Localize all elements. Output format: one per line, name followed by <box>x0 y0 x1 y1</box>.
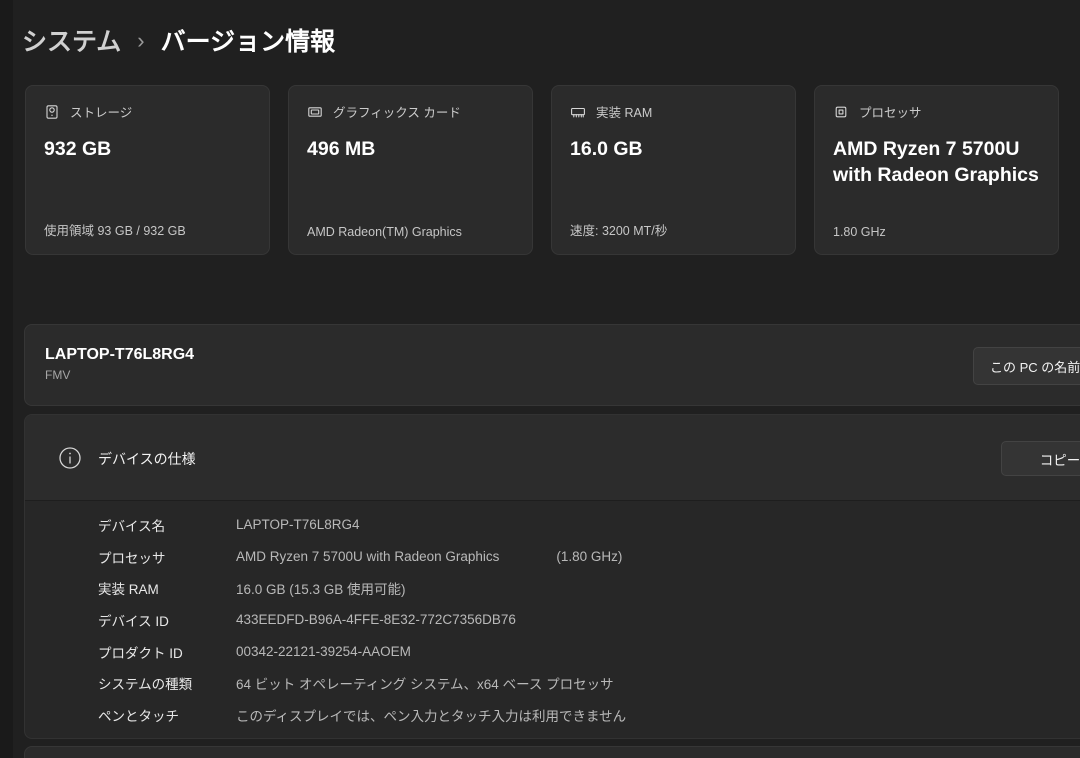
spec-value: AMD Ryzen 7 5700U with Radeon Graphics <box>236 549 499 564</box>
storage-card-caption: 使用領域 93 GB / 932 GB <box>44 220 186 239</box>
ram-card-label: 実装 RAM <box>596 102 652 121</box>
spec-label: プロダクト ID <box>98 642 236 662</box>
spec-value: このディスプレイでは、ペン入力とタッチ入力は利用できません <box>236 705 626 725</box>
spec-row-processor: プロセッサ AMD Ryzen 7 5700U with Radeon Grap… <box>25 541 1080 573</box>
storage-card-label: ストレージ <box>70 102 132 121</box>
ram-card-caption: 速度: 3200 MT/秒 <box>570 220 667 239</box>
breadcrumb: システム › バージョン情報 <box>22 22 335 58</box>
spec-row-device-id: デバイス ID 433EEDFD-B96A-4FFE-8E32-772C7356… <box>25 604 1080 636</box>
spec-label: プロセッサ <box>98 547 236 567</box>
device-specs-card: デバイスの仕様 コピー デバイス名 LAPTOP-T76L8RG4 プロセッサ … <box>24 414 1080 739</box>
spec-label: デバイス名 <box>98 515 236 535</box>
spec-value: 16.0 GB (15.3 GB 使用可能) <box>236 578 406 598</box>
device-name: LAPTOP-T76L8RG4 <box>45 345 1080 365</box>
device-specs-title: デバイスの仕様 <box>98 449 196 469</box>
graphics-card-header: グラフィックス カード <box>307 102 514 121</box>
ram-card-value: 16.0 GB <box>570 136 777 162</box>
info-icon <box>58 446 82 470</box>
device-model: FMV <box>45 368 1080 382</box>
graphics-card-value: 496 MB <box>307 136 514 162</box>
processor-card-caption: 1.80 GHz <box>833 225 886 239</box>
left-edge-strip <box>0 0 13 758</box>
storage-card: ストレージ 932 GB 使用領域 93 GB / 932 GB <box>25 85 270 255</box>
graphics-card-caption: AMD Radeon(TM) Graphics <box>307 225 462 239</box>
device-specs-body: デバイス名 LAPTOP-T76L8RG4 プロセッサ AMD Ryzen 7 … <box>25 501 1080 731</box>
settings-about-page: システム › バージョン情報 ストレージ 932 GB 使用領域 93 GB /… <box>0 0 1080 758</box>
spec-row-device-name: デバイス名 LAPTOP-T76L8RG4 <box>25 509 1080 541</box>
page-title: バージョン情報 <box>161 22 336 58</box>
storage-card-value: 932 GB <box>44 136 251 162</box>
ram-card-header: 実装 RAM <box>570 102 777 121</box>
storage-card-header: ストレージ <box>44 102 251 121</box>
spec-row-product-id: プロダクト ID 00342-22121-39254-AAOEM <box>25 636 1080 668</box>
copy-button[interactable]: コピー <box>1001 441 1080 476</box>
spec-label: デバイス ID <box>98 610 236 630</box>
spec-value: 64 ビット オペレーティング システム、x64 ベース プロセッサ <box>236 673 614 693</box>
spec-label: システムの種類 <box>98 673 236 693</box>
spec-row-pen-touch: ペンとタッチ このディスプレイでは、ペン入力とタッチ入力は利用できません <box>25 699 1080 731</box>
spec-label: 実装 RAM <box>98 578 236 598</box>
next-section-stub <box>24 746 1080 758</box>
spec-label: ペンとタッチ <box>98 705 236 725</box>
graphics-card-label: グラフィックス カード <box>333 102 461 121</box>
processor-card-label: プロセッサ <box>859 102 922 121</box>
device-specs-expander-header[interactable]: デバイスの仕様 コピー <box>25 415 1080 501</box>
ram-icon <box>570 104 586 120</box>
processor-icon <box>833 104 849 120</box>
processor-card-value: AMD Ryzen 7 5700U with Radeon Graphics <box>833 136 1040 189</box>
spec-value-clock: (1.80 GHz) <box>556 549 622 564</box>
summary-cards-row: ストレージ 932 GB 使用領域 93 GB / 932 GB グラフィックス… <box>25 85 1059 255</box>
processor-card: プロセッサ AMD Ryzen 7 5700U with Radeon Grap… <box>814 85 1059 255</box>
processor-card-header: プロセッサ <box>833 102 1040 121</box>
chevron-right-icon: › <box>137 28 144 52</box>
graphics-card: グラフィックス カード 496 MB AMD Radeon(TM) Graphi… <box>288 85 533 255</box>
breadcrumb-system-link[interactable]: システム <box>22 22 121 58</box>
spec-row-ram: 実装 RAM 16.0 GB (15.3 GB 使用可能) <box>25 572 1080 604</box>
graphics-card-icon <box>307 104 323 120</box>
device-name-banner: LAPTOP-T76L8RG4 FMV この PC の名前を変更 <box>24 324 1080 406</box>
rename-pc-button[interactable]: この PC の名前を変更 <box>973 347 1080 385</box>
spec-value: LAPTOP-T76L8RG4 <box>236 517 360 532</box>
spec-value: 433EEDFD-B96A-4FFE-8E32-772C7356DB76 <box>236 612 516 627</box>
ram-card: 実装 RAM 16.0 GB 速度: 3200 MT/秒 <box>551 85 796 255</box>
spec-row-system-type: システムの種類 64 ビット オペレーティング システム、x64 ベース プロセ… <box>25 667 1080 699</box>
spec-value: 00342-22121-39254-AAOEM <box>236 644 411 659</box>
storage-icon <box>44 104 60 120</box>
